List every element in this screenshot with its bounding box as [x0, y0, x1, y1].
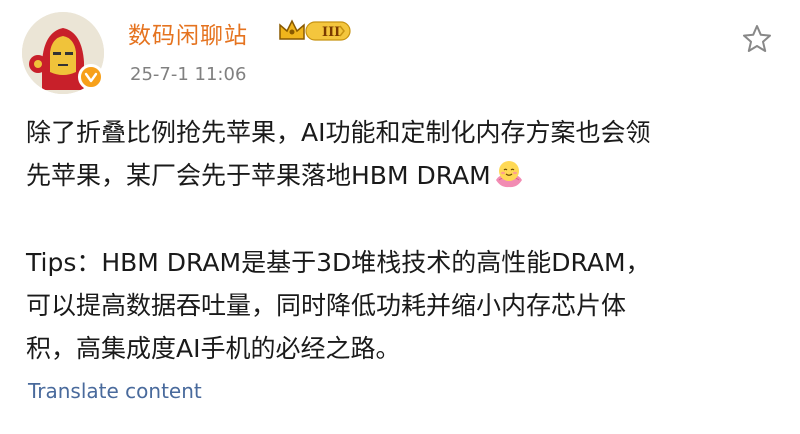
post-paragraph-1: 除了折叠比例抢先苹果，AI功能和定制化内存方案也会领 先苹果，某厂会先于苹果落地… — [26, 111, 778, 197]
post-content: 除了折叠比例抢先苹果，AI功能和定制化内存方案也会领 先苹果，某厂会先于苹果落地… — [26, 111, 778, 370]
star-outline-icon — [743, 25, 771, 52]
crown-vip-badge-icon[interactable]: III — [278, 17, 354, 45]
vip-level-label: III — [322, 25, 340, 40]
username-link[interactable]: 数码闲聊站 — [128, 16, 248, 50]
favorite-button[interactable] — [740, 22, 774, 56]
post-paragraph-2: Tips：HBM DRAM是基于3D堆栈技术的高性能DRAM， 可以提高数据吞吐… — [26, 248, 651, 363]
lotus-smile-emoji — [493, 158, 525, 190]
post-timestamp: 25-7-1 11:06 — [130, 64, 247, 85]
translate-content-link[interactable]: Translate content — [28, 379, 202, 403]
verified-badge-icon — [78, 64, 104, 90]
paragraph-1-text: 除了折叠比例抢先苹果，AI功能和定制化内存方案也会领 先苹果，某厂会先于苹果落地… — [26, 118, 651, 190]
